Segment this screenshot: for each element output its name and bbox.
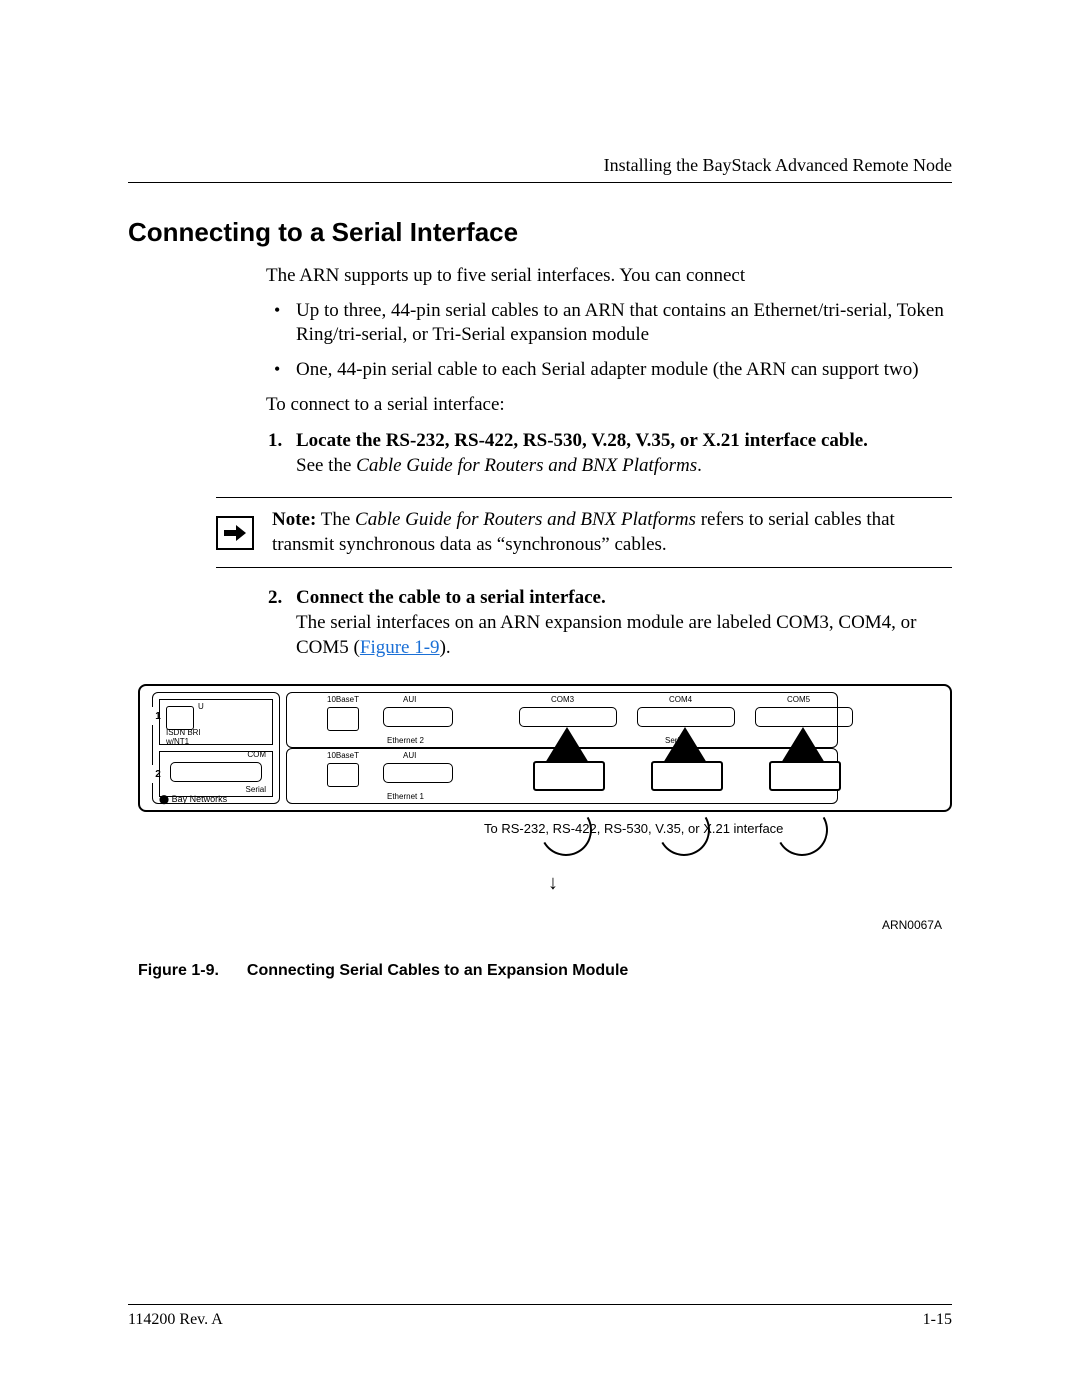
step-item: 1. Locate the RS-232, RS-422, RS-530, V.… [296,429,952,478]
rj-port [327,763,359,787]
figure-reference-link[interactable]: Figure 1-9 [360,637,440,658]
figure-caption: Figure 1-9. Connecting Serial Cables to a… [138,962,952,980]
figure-caption-text: Connecting Serial Cables to an Expansion… [247,962,628,979]
port-label: ISDN BRI w/NT1 [166,728,201,746]
doc-revision: 114200 Rev. A [128,1311,223,1329]
step-list: 2. Connect the cable to a serial interfa… [266,586,952,660]
header-rule [128,182,952,183]
cited-title: Cable Guide for Routers and BNX Platform… [356,455,697,476]
port-label: 10BaseT [327,751,359,760]
step-number: 1. [268,429,282,454]
body-text: The ARN supports up to five serial inter… [266,264,952,479]
step-item: 2. Connect the cable to a serial interfa… [296,586,952,660]
note-block: Note: The Cable Guide for Routers and BN… [216,497,952,568]
document-page: Installing the BayStack Advanced Remote … [0,0,1080,1397]
step-number: 2. [268,586,282,611]
intro-paragraph: The ARN supports up to five serial inter… [266,264,952,289]
port-label: COM3 [551,695,574,704]
port-label: Serial [246,785,266,794]
aui-port [383,707,453,727]
figure: 1 2 U ISDN BRI w/NT1 COM Serial ⬤ Bay Ne… [128,684,952,980]
com-port [637,707,735,727]
expansion-upper: 10BaseT AUI Ethernet 2 COM3 COM4 COM5 Se… [286,692,838,748]
serial-port [170,762,262,782]
port-label: COM [247,750,266,759]
port-label: 10BaseT [327,695,359,704]
rj-port [327,707,359,731]
port-label: U [198,702,204,711]
port-label: Ethernet 1 [387,792,424,801]
bullet-item: Up to three, 44-pin serial cables to an … [296,299,952,348]
port-label: Ethernet 2 [387,736,424,745]
page-number: 1-15 [923,1311,952,1329]
brand-label: ⬤ Bay Networks [159,794,227,805]
module-panel: COM Serial [159,751,273,797]
figure-label: Figure 1-9. [138,962,219,979]
port-label: AUI [403,695,416,704]
expansion-lower: 10BaseT AUI Ethernet 1 [286,748,838,804]
step-title: Locate the RS-232, RS-422, RS-530, V.28,… [296,430,868,451]
arrow-down-icon: ↓ [548,872,558,895]
device-diagram: 1 2 U ISDN BRI w/NT1 COM Serial ⬤ Bay Ne… [138,684,952,812]
step-body: See the Cable Guide for Routers and BNX … [296,454,952,479]
left-module: 1 2 U ISDN BRI w/NT1 COM Serial ⬤ Bay Ne… [152,692,280,804]
cable-connector [651,761,723,791]
note-label: Note: [272,509,316,530]
step-list: 1. Locate the RS-232, RS-422, RS-530, V.… [266,429,952,478]
com-port [519,707,617,727]
figure-id: ARN0067A [882,918,942,932]
step-body: The serial interfaces on an ARN expansio… [296,611,952,660]
figure-annotation: To RS-232, RS-422, RS-530, V.35, or X.21… [484,822,783,837]
bullet-item: One, 44-pin serial cable to each Serial … [296,358,952,383]
cited-title: Cable Guide for Routers and BNX Platform… [355,509,696,530]
page-footer: 114200 Rev. A 1-15 [128,1304,952,1329]
lead-paragraph: To connect to a serial interface: [266,393,952,418]
com-port [755,707,853,727]
port-label: COM5 [787,695,810,704]
body-text: 2. Connect the cable to a serial interfa… [266,586,952,660]
section-heading: Connecting to a Serial Interface [128,217,952,248]
step-title: Connect the cable to a serial interface. [296,587,606,608]
cable-connector [533,761,605,791]
running-header: Installing the BayStack Advanced Remote … [604,155,952,176]
figure-annot-area: To RS-232, RS-422, RS-530, V.35, or X.21… [128,812,952,942]
note-text: Note: The Cable Guide for Routers and BN… [272,508,952,557]
bullet-list: Up to three, 44-pin serial cables to an … [266,299,952,383]
arrow-right-icon [216,516,254,550]
module-panel: U ISDN BRI w/NT1 [159,699,273,745]
port-label: AUI [403,751,416,760]
cable-connector [769,761,841,791]
aui-port [383,763,453,783]
port-label: COM4 [669,695,692,704]
rj-port [166,706,194,730]
